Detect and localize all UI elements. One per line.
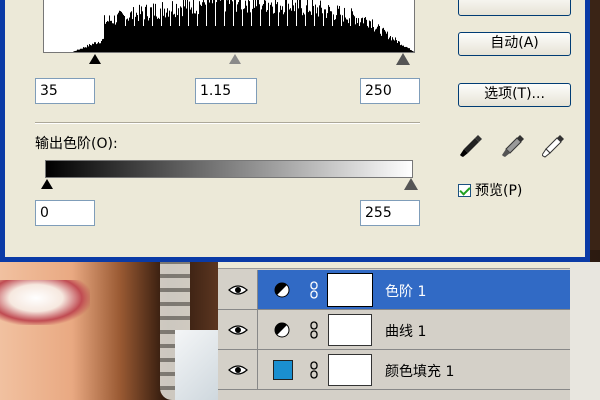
eye-icon: [227, 364, 248, 375]
output-levels-slider[interactable]: [41, 178, 418, 191]
input-white-field[interactable]: 250: [360, 78, 420, 104]
input-levels-slider[interactable]: [43, 53, 413, 66]
visibility-toggle[interactable]: [218, 310, 258, 349]
layer-mask-thumbnail[interactable]: [328, 354, 372, 386]
layer-mask-thumbnail[interactable]: [328, 314, 372, 346]
output-levels-label: 输出色阶(O):: [35, 136, 118, 152]
layers-panel-side: [570, 262, 600, 400]
options-button[interactable]: 选项(T)...: [458, 83, 571, 107]
input-black-point-handle[interactable]: [89, 54, 101, 64]
layer-row-levels[interactable]: 色阶 1: [218, 270, 570, 310]
preview-checkbox[interactable]: [458, 183, 471, 197]
output-black-field[interactable]: 0: [35, 200, 95, 226]
histogram-graph: [73, 0, 414, 52]
input-black-field[interactable]: 35: [35, 78, 95, 104]
layer-row-color-fill[interactable]: 颜色填充 1: [218, 350, 570, 390]
input-gamma-field[interactable]: 1.15: [195, 78, 257, 104]
preview-toggle[interactable]: 预览(P): [458, 180, 522, 200]
layer-name: 色阶 1: [385, 284, 427, 300]
link-chain-icon[interactable]: [310, 321, 318, 339]
eye-icon: [227, 284, 248, 295]
layer-name: 曲线 1: [385, 324, 427, 340]
layers-panel: 色阶 1 曲线 1 颜色填充 1: [218, 262, 600, 400]
divider: [35, 122, 420, 124]
white-eyedropper-icon[interactable]: [542, 133, 566, 159]
adjustment-layer-icon: [274, 282, 290, 298]
visibility-toggle[interactable]: [218, 350, 258, 389]
link-chain-icon[interactable]: [310, 281, 318, 299]
eye-icon: [227, 324, 248, 335]
color-fill-swatch[interactable]: [273, 360, 293, 380]
auto-button[interactable]: 自动(A): [458, 32, 571, 56]
top-partial-button[interactable]: [458, 0, 571, 16]
layers-panel-top-edge: [218, 262, 570, 269]
layer-row-curves[interactable]: 曲线 1: [218, 310, 570, 350]
histogram: [43, 0, 415, 53]
input-gamma-handle[interactable]: [229, 54, 241, 64]
layer-mask-thumbnail[interactable]: [327, 273, 373, 307]
black-eyedropper-icon[interactable]: [460, 133, 484, 159]
layer-name: 颜色填充 1: [385, 364, 455, 380]
preview-label: 预览(P): [475, 183, 523, 199]
output-gradient-bar: [45, 160, 413, 178]
photo-smile: [0, 280, 90, 325]
levels-dialog: 35 1.15 250 输出色阶(O): 0 255 自动(A) 选项(T)..…: [0, 0, 590, 262]
adjustment-layer-icon: [274, 322, 290, 338]
gray-eyedropper-icon[interactable]: [502, 133, 526, 159]
output-white-field[interactable]: 255: [360, 200, 420, 226]
link-chain-icon[interactable]: [310, 361, 318, 379]
output-white-handle[interactable]: [404, 178, 418, 190]
output-black-handle[interactable]: [41, 179, 53, 189]
input-white-point-handle[interactable]: [396, 53, 410, 65]
visibility-toggle[interactable]: [218, 270, 258, 309]
